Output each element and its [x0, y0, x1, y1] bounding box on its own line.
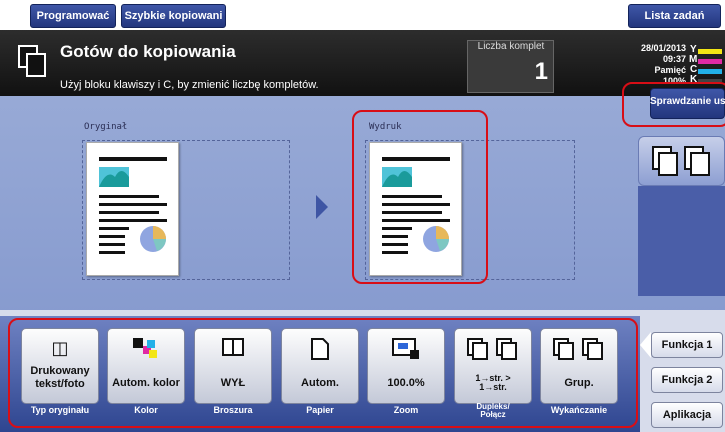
function-highlight — [8, 318, 638, 428]
original-label: Oryginał — [84, 122, 128, 132]
group-mode-shortcut[interactable] — [638, 136, 725, 186]
toner-c-label: C — [690, 64, 698, 75]
side-panel-fill — [638, 186, 725, 296]
page-title: Gotów do kopiowania — [60, 42, 236, 61]
job-list-button[interactable]: Lista zadań — [628, 4, 721, 28]
applications-tab[interactable]: Aplikacja — [651, 402, 723, 428]
toner-m-label: M — [689, 54, 698, 65]
date-text: 28/01/2013 — [640, 43, 686, 53]
copy-count-value: 1 — [534, 58, 548, 85]
toner-c-bar — [698, 69, 722, 74]
copy-count-label: Liczba komplet — [477, 41, 545, 52]
function-2-tab[interactable]: Funkcja 2 — [651, 367, 723, 393]
toner-y-label: Y — [690, 44, 697, 55]
copy-screen: Programować Szybkie kopiowani Lista zada… — [0, 0, 725, 432]
function-1-tab[interactable]: Funkcja 1 — [651, 332, 723, 358]
toner-y-bar — [698, 49, 722, 54]
active-tab-pointer — [640, 332, 651, 358]
toner-m-bar — [698, 59, 722, 64]
check-settings-highlight — [622, 82, 725, 127]
time-text: 09:37 — [662, 54, 686, 64]
tab-quick-copy[interactable]: Szybkie kopiowani — [121, 4, 226, 28]
group-copies-icon — [647, 145, 717, 182]
memory-label: Pamięć — [654, 65, 686, 75]
toner-k-label: K — [690, 75, 698, 82]
instruction-text: Użyj bloku klawiszy i C, by zmienić licz… — [60, 79, 319, 91]
output-highlight — [352, 110, 488, 284]
original-page — [86, 142, 179, 276]
tab-program[interactable]: Programować — [30, 4, 116, 28]
arrow-right-icon — [316, 195, 328, 219]
